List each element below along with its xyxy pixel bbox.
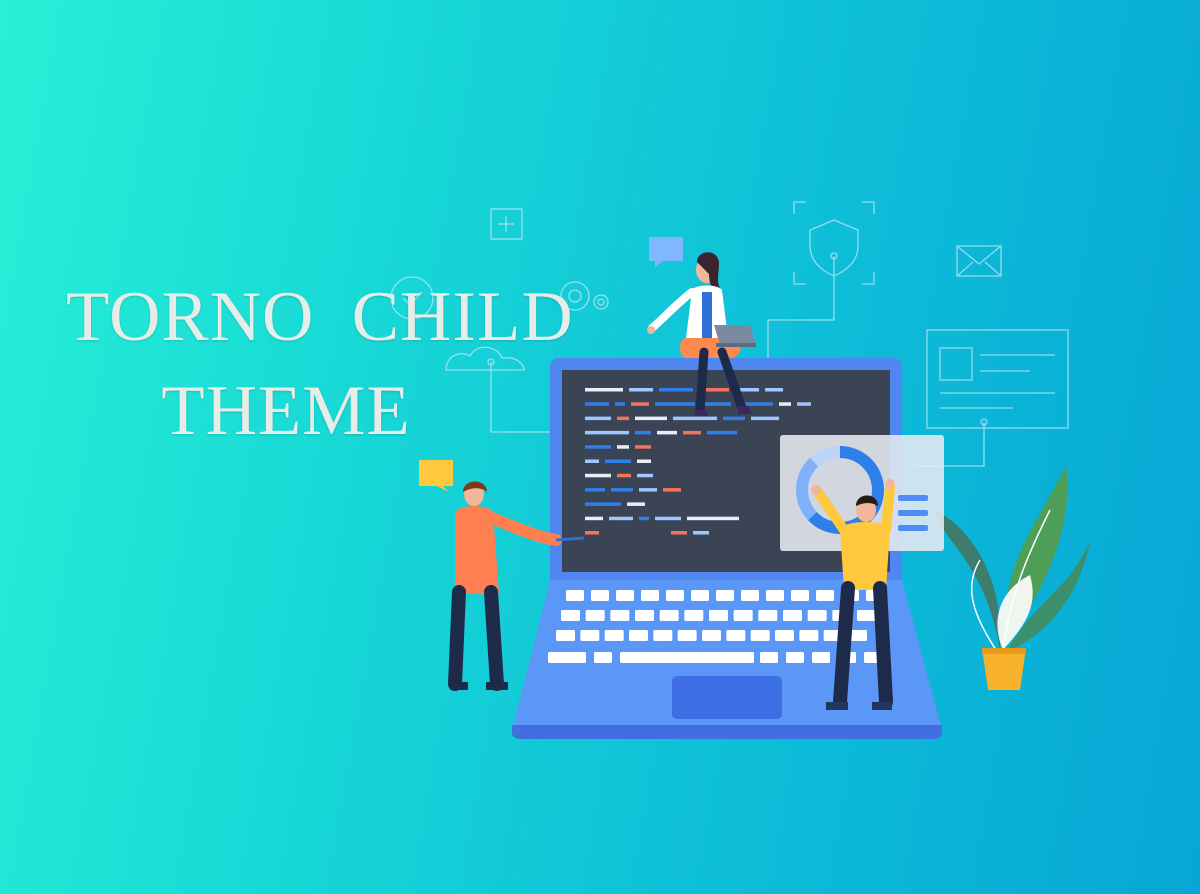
keyboard-key bbox=[775, 630, 794, 641]
plant-icon bbox=[935, 466, 1090, 690]
keyboard-key bbox=[807, 610, 827, 621]
keyboard-key bbox=[857, 610, 876, 621]
code-token bbox=[639, 516, 649, 521]
code-token bbox=[605, 459, 631, 463]
code-token bbox=[655, 402, 695, 406]
code-token bbox=[585, 459, 599, 463]
code-token bbox=[627, 502, 645, 506]
code-token bbox=[655, 516, 681, 521]
keyboard-key bbox=[791, 590, 809, 601]
code-token bbox=[637, 473, 653, 478]
keyboard-key bbox=[591, 590, 609, 601]
code-token bbox=[585, 473, 611, 478]
keyboard-key bbox=[750, 630, 770, 641]
code-token bbox=[631, 402, 649, 406]
keyboard-key bbox=[726, 630, 746, 641]
code-token bbox=[673, 416, 717, 421]
keyboard-key bbox=[733, 610, 753, 621]
code-token bbox=[611, 488, 633, 492]
page-title: TORNO CHILD THEME bbox=[66, 270, 574, 458]
code-token bbox=[585, 388, 623, 392]
code-token bbox=[797, 402, 811, 406]
code-token bbox=[663, 488, 681, 492]
keyboard-key bbox=[556, 630, 575, 641]
plus-icon bbox=[490, 208, 523, 240]
keyboard-key bbox=[666, 590, 684, 601]
keyboard-key bbox=[812, 652, 830, 663]
code-token bbox=[687, 516, 739, 521]
keyboard-key bbox=[709, 610, 728, 621]
code-token bbox=[659, 388, 693, 392]
keyboard-key bbox=[799, 630, 819, 641]
mail-icon bbox=[956, 245, 1002, 277]
code-token bbox=[635, 445, 651, 449]
keyboard-key bbox=[641, 590, 659, 601]
code-token bbox=[639, 488, 657, 492]
code-token bbox=[609, 516, 633, 521]
keyboard-key bbox=[766, 590, 784, 601]
keyboard-key bbox=[816, 590, 834, 601]
keyboard-key bbox=[659, 610, 679, 621]
code-token bbox=[635, 416, 667, 421]
keyboard-key bbox=[604, 630, 624, 641]
keyboard-key bbox=[653, 630, 673, 641]
keyboard-key bbox=[629, 630, 648, 641]
keyboard-key bbox=[548, 652, 586, 663]
keyboard-key bbox=[684, 610, 704, 621]
keyboard-key bbox=[760, 652, 778, 663]
keyboard-key bbox=[585, 610, 605, 621]
code-token bbox=[585, 445, 611, 449]
code-token bbox=[585, 430, 629, 435]
keyboard-key bbox=[758, 610, 778, 621]
code-token bbox=[779, 402, 791, 406]
keyboard-key bbox=[594, 652, 612, 663]
title-line-2: THEME bbox=[161, 372, 411, 450]
code-token bbox=[637, 459, 651, 463]
code-token bbox=[585, 402, 609, 406]
code-token bbox=[585, 488, 605, 492]
code-token bbox=[635, 430, 651, 435]
code-token bbox=[701, 402, 731, 406]
code-token bbox=[693, 531, 709, 535]
code-token bbox=[683, 430, 701, 435]
trackpad bbox=[672, 676, 782, 719]
hero-banner: TORNO CHILD THEME bbox=[0, 0, 1200, 894]
keyboard-key bbox=[786, 652, 804, 663]
keyboard-key bbox=[741, 590, 759, 601]
keyboard-key bbox=[610, 610, 630, 621]
keyboard-key bbox=[783, 610, 802, 621]
code-token bbox=[657, 430, 677, 435]
code-token bbox=[615, 402, 625, 406]
code-token bbox=[671, 531, 687, 535]
keyboard-key bbox=[691, 590, 709, 601]
code-token bbox=[707, 430, 737, 435]
keyboard-key bbox=[702, 630, 721, 641]
code-token bbox=[585, 516, 603, 521]
code-token bbox=[629, 388, 653, 392]
keyboard-key bbox=[716, 590, 734, 601]
keyboard-key bbox=[635, 610, 654, 621]
keyboard-key bbox=[620, 652, 754, 663]
title-line-1: TORNO CHILD bbox=[66, 278, 574, 356]
code-token bbox=[617, 473, 631, 478]
code-token bbox=[617, 416, 629, 421]
keyboard-key bbox=[677, 630, 697, 641]
code-token bbox=[723, 416, 745, 421]
keyboard-key bbox=[566, 590, 584, 601]
code-token bbox=[585, 531, 599, 535]
code-token bbox=[765, 388, 783, 392]
keyboard-key bbox=[561, 610, 580, 621]
keyboard-key bbox=[580, 630, 600, 641]
code-token bbox=[617, 445, 629, 449]
code-token bbox=[585, 416, 611, 421]
code-token bbox=[751, 416, 779, 421]
keyboard-key bbox=[616, 590, 634, 601]
code-token bbox=[585, 502, 621, 506]
